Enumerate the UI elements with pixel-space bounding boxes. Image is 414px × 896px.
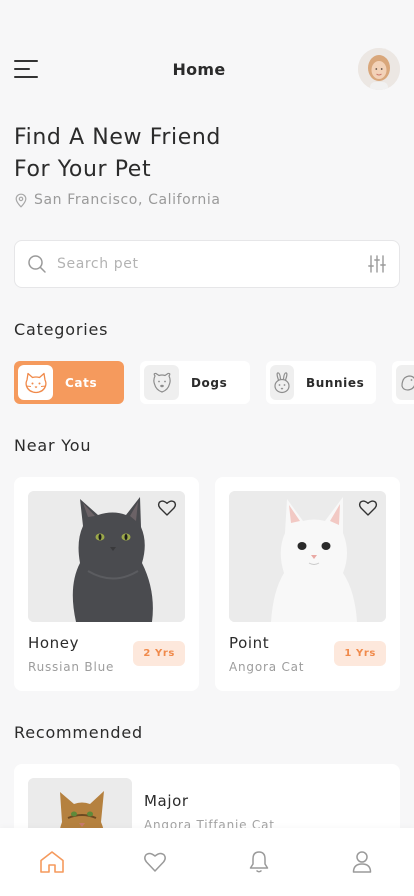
age-badge: 1 Yrs bbox=[334, 641, 386, 666]
location[interactable]: San Francisco, California bbox=[14, 192, 400, 208]
bell-icon bbox=[249, 851, 268, 873]
hero-title-line1: Find A New Friend bbox=[14, 125, 221, 150]
category-label: Dogs bbox=[191, 375, 228, 390]
page-title: Home bbox=[172, 59, 226, 79]
category-list: Cats Dogs Bunnies bbox=[14, 361, 414, 404]
category-label: Cats bbox=[65, 375, 98, 390]
search-icon bbox=[28, 255, 46, 273]
pet-card[interactable]: Honey Russian Blue 2 Yrs bbox=[14, 477, 199, 691]
heart-icon bbox=[144, 852, 167, 872]
near-you-title: Near You bbox=[14, 436, 92, 455]
hero-title-line2: For Your Pet bbox=[14, 157, 152, 182]
pet-photo bbox=[229, 491, 386, 622]
hero-title: Find A New Friend For Your Pet bbox=[14, 122, 400, 186]
filter-sliders-icon[interactable] bbox=[367, 254, 387, 274]
profile-icon bbox=[353, 851, 372, 873]
dog-icon bbox=[144, 365, 179, 400]
tab-notifications[interactable] bbox=[239, 842, 279, 882]
category-label: Bunnies bbox=[306, 375, 365, 390]
tab-home[interactable] bbox=[32, 842, 72, 882]
bottom-tab-bar bbox=[0, 828, 414, 896]
cat-icon bbox=[18, 365, 53, 400]
heart-icon[interactable] bbox=[157, 499, 177, 517]
heart-icon[interactable] bbox=[358, 499, 378, 517]
search-bar bbox=[14, 240, 400, 288]
age-badge: 2 Yrs bbox=[133, 641, 185, 666]
home-icon bbox=[39, 851, 64, 873]
header: Home bbox=[14, 48, 400, 90]
location-pin-icon bbox=[15, 193, 27, 208]
location-label: San Francisco, California bbox=[34, 192, 221, 208]
category-birds[interactable] bbox=[392, 361, 414, 404]
hero-section: Find A New Friend For Your Pet San Franc… bbox=[14, 122, 400, 208]
category-bunnies[interactable]: Bunnies bbox=[266, 361, 376, 404]
pet-card[interactable]: Point Angora Cat 1 Yrs bbox=[215, 477, 400, 691]
avatar[interactable] bbox=[357, 48, 400, 90]
bird-icon bbox=[396, 365, 414, 400]
search-input[interactable] bbox=[57, 256, 367, 272]
category-dogs[interactable]: Dogs bbox=[140, 361, 250, 404]
recommended-title: Recommended bbox=[14, 723, 143, 742]
tab-favorites[interactable] bbox=[135, 842, 175, 882]
hamburger-menu-icon[interactable] bbox=[14, 58, 40, 80]
pet-photo bbox=[28, 491, 185, 622]
tab-profile[interactable] bbox=[342, 842, 382, 882]
pet-name: Major bbox=[144, 792, 189, 810]
near-you-list: Honey Russian Blue 2 Yrs Point Angora Ca… bbox=[14, 477, 400, 691]
categories-title: Categories bbox=[14, 320, 109, 339]
category-cats[interactable]: Cats bbox=[14, 361, 124, 404]
bunny-icon bbox=[270, 365, 294, 400]
